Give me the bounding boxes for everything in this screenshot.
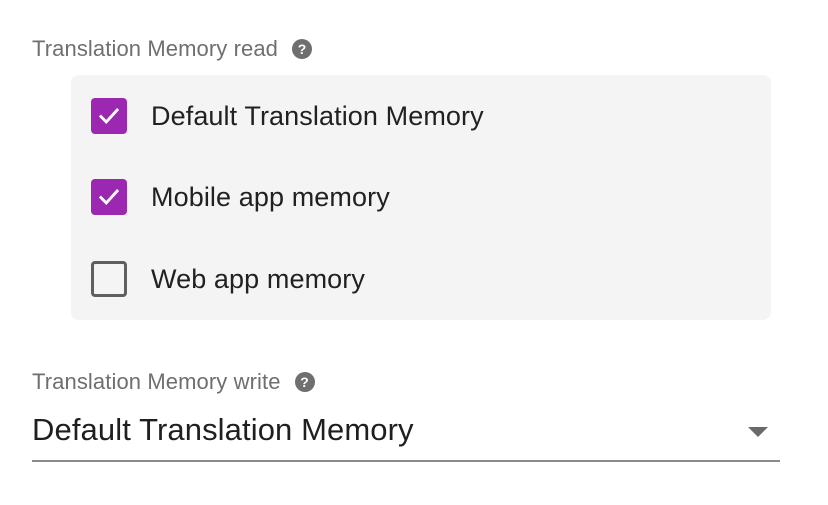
checkmark-icon [98,189,120,205]
tm-read-option-mobile[interactable]: Mobile app memory [91,179,390,215]
tm-read-header: Translation Memory read ? [32,36,313,62]
tm-read-options-panel: Default Translation Memory Mobile app me… [71,75,771,320]
tm-read-option-web[interactable]: Web app memory [91,261,365,297]
caret-down-icon[interactable] [748,427,768,437]
help-icon[interactable]: ? [294,372,315,392]
tm-read-label: Translation Memory read [32,36,279,61]
checkmark-icon [98,108,120,124]
tm-write-label: Translation Memory write [32,369,281,394]
checkbox-checked[interactable] [91,98,127,134]
tm-write-header: Translation Memory write ? [32,369,315,395]
tm-read-option-default[interactable]: Default Translation Memory [91,98,484,134]
option-label: Default Translation Memory [151,100,484,131]
option-label: Web app memory [151,263,365,294]
checkbox-unchecked[interactable] [91,261,127,297]
tm-write-selected-value: Default Translation Memory [32,412,414,447]
option-label: Mobile app memory [151,181,390,212]
help-icon[interactable]: ? [292,39,313,59]
checkbox-checked[interactable] [91,179,127,215]
translation-memory-settings: Translation Memory read ? Default Transl… [0,0,828,505]
tm-write-select[interactable]: Default Translation Memory [32,400,780,462]
